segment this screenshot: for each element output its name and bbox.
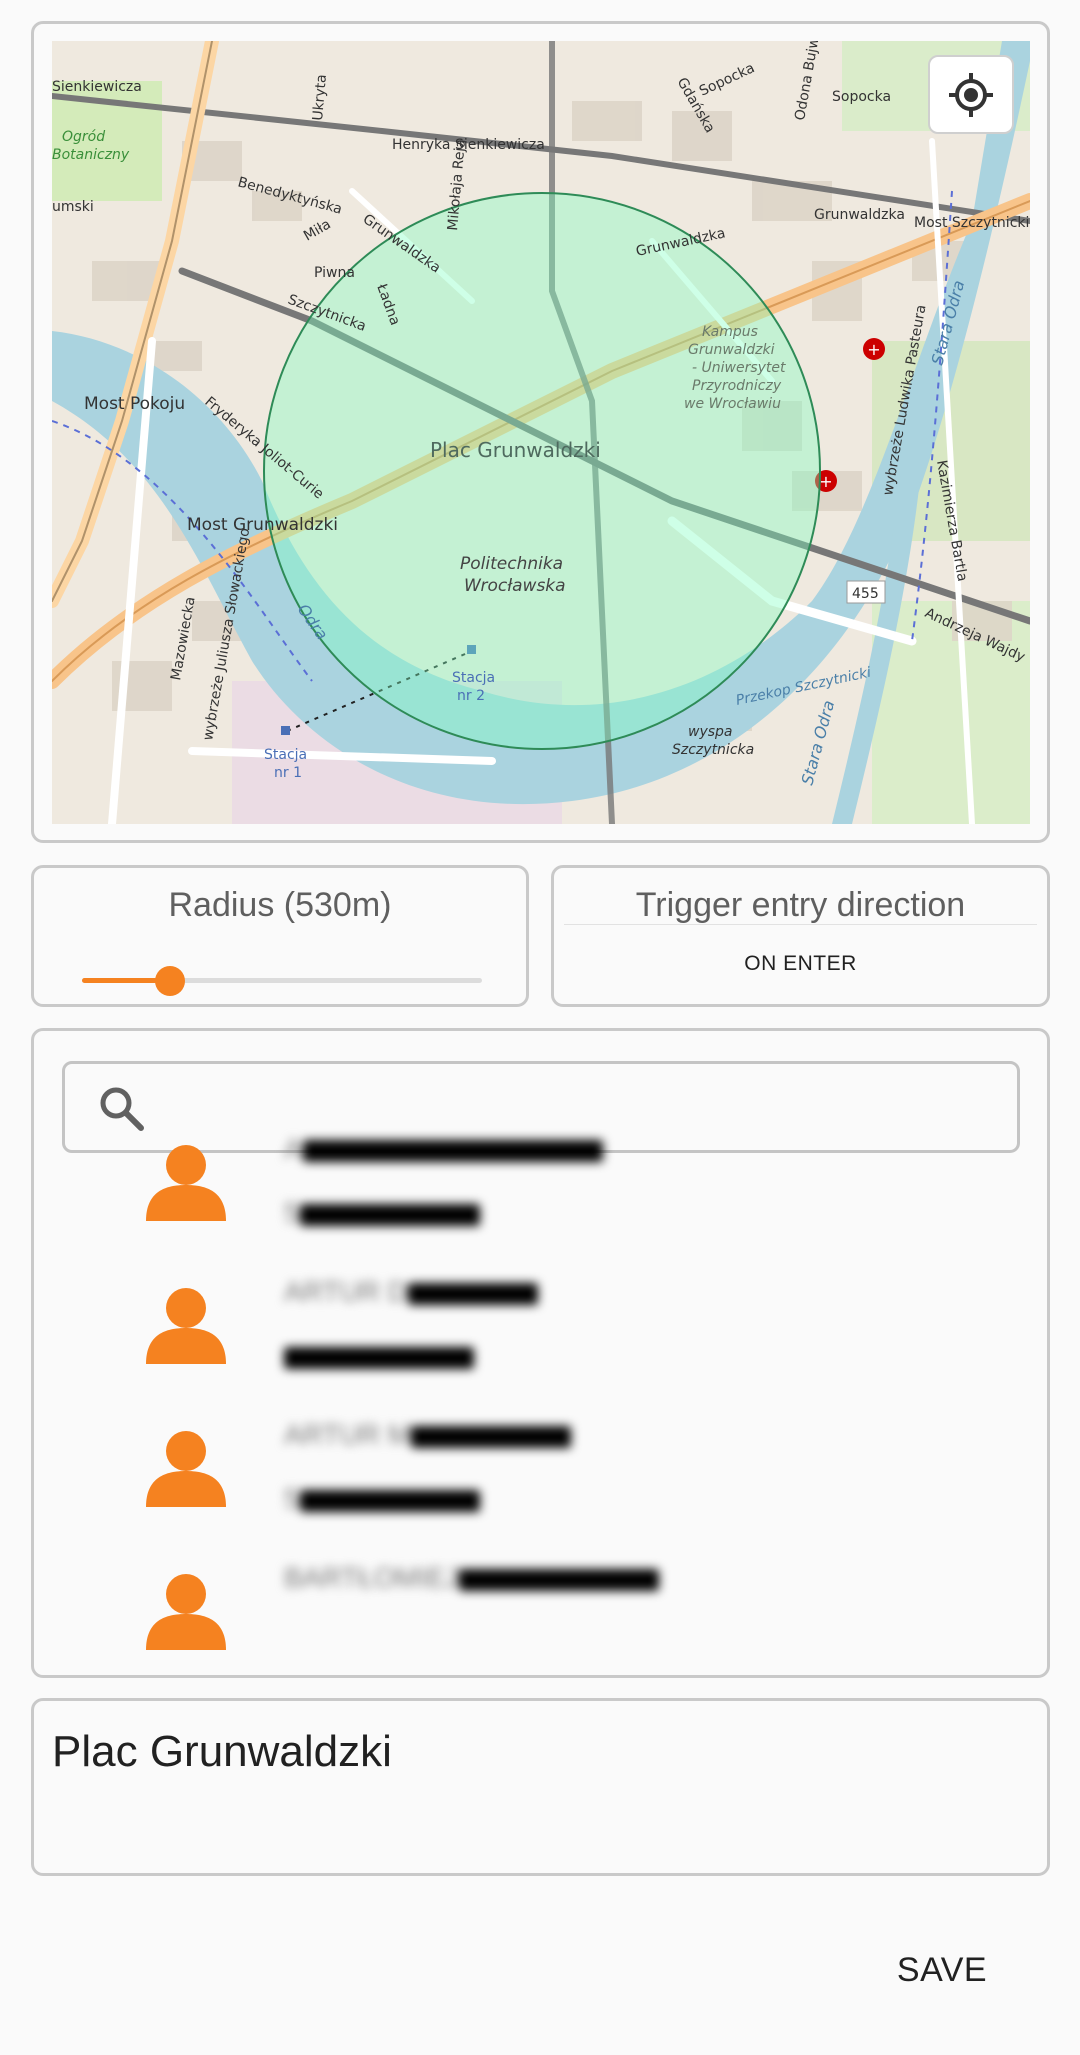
save-button[interactable]: SAVE (872, 1935, 1012, 2005)
contacts-card: A 5 ARTUR D ARTUR M 5 BARTŁOMIEJ (31, 1028, 1050, 1678)
map-label: Grunwaldzki (688, 342, 775, 358)
radius-label: Radius (530m) (168, 886, 392, 924)
map-label: - Uniwersytet (692, 360, 786, 376)
map-label: nr 1 (274, 765, 302, 781)
map-label: Most Pokoju (84, 394, 185, 414)
crosshair-gps-icon (949, 72, 993, 117)
contact-phone: 5 (284, 1483, 480, 1515)
geofence-name-text: Plac Grunwaldzki (52, 1727, 392, 1776)
divider (564, 924, 1037, 925)
svg-text:+: + (819, 472, 832, 491)
contact-phone: 5 (284, 1197, 480, 1229)
map-label: Plac Grunwaldzki (430, 438, 601, 462)
person-icon (146, 1574, 226, 1650)
contact-phone (284, 1340, 474, 1372)
contact-name: ARTUR M (284, 1419, 572, 1451)
map-label: we Wrocławiu (684, 396, 781, 412)
contact-list-item[interactable]: ARTUR D (34, 1264, 1047, 1408)
map-label: Ogród (62, 129, 105, 145)
my-location-button[interactable] (928, 55, 1014, 134)
map-label: Politechnika (460, 554, 563, 574)
geofence-name-field[interactable]: Plac Grunwaldzki (31, 1698, 1050, 1876)
slider-thumb[interactable] (155, 966, 185, 996)
map-label: Stacja (452, 670, 495, 686)
person-icon (146, 1431, 226, 1507)
radius-slider[interactable] (82, 961, 482, 1001)
contact-list-item[interactable]: A5 (34, 1121, 1047, 1265)
map-card: + + Sienkiewicza Henryka Sienkiewicza Og… (31, 21, 1050, 843)
map-label: Sienkiewicza (52, 79, 142, 95)
map-label: Most Grunwaldzki (187, 515, 338, 535)
trigger-card: Trigger entry direction ON ENTER (551, 865, 1050, 1007)
map-view[interactable]: + + Sienkiewicza Henryka Sienkiewicza Og… (52, 41, 1030, 824)
person-icon (146, 1288, 226, 1364)
radius-card: Radius (530m) (31, 865, 529, 1007)
map-label: nr 2 (457, 688, 485, 704)
contact-name: BARTŁOMIEJ (284, 1562, 660, 1594)
person-icon (146, 1145, 226, 1221)
map-label: Kampus (702, 324, 758, 340)
contact-name: A (284, 1133, 603, 1165)
trigger-direction-label: Trigger entry direction (635, 886, 966, 924)
map-label: wyspa (688, 724, 733, 740)
trigger-direction-button[interactable]: ON ENTER (564, 928, 1037, 1000)
map-label: Szczytnicka (672, 742, 754, 758)
map-label: Botaniczny (52, 147, 130, 163)
contact-name: ARTUR D (284, 1276, 538, 1308)
svg-text:+: + (867, 340, 880, 359)
map-label: Stacja (264, 747, 307, 763)
map-label: 455 (852, 586, 879, 602)
map-label: umski (52, 199, 94, 215)
contact-list-item[interactable]: BARTŁOMIEJ (34, 1550, 1047, 1675)
map-label: Wrocławska (464, 576, 566, 596)
map-label: Grunwaldzka (814, 207, 905, 223)
map-label: Sopocka (832, 89, 891, 105)
map-label: Piwna (314, 265, 355, 281)
contact-list-item[interactable]: ARTUR M 5 (34, 1407, 1047, 1551)
map-label: Most Szczytnicki (914, 215, 1029, 231)
map-label: Przyrodniczy (692, 378, 782, 394)
map-canvas[interactable]: + + Sienkiewicza Henryka Sienkiewicza Og… (52, 41, 1030, 824)
